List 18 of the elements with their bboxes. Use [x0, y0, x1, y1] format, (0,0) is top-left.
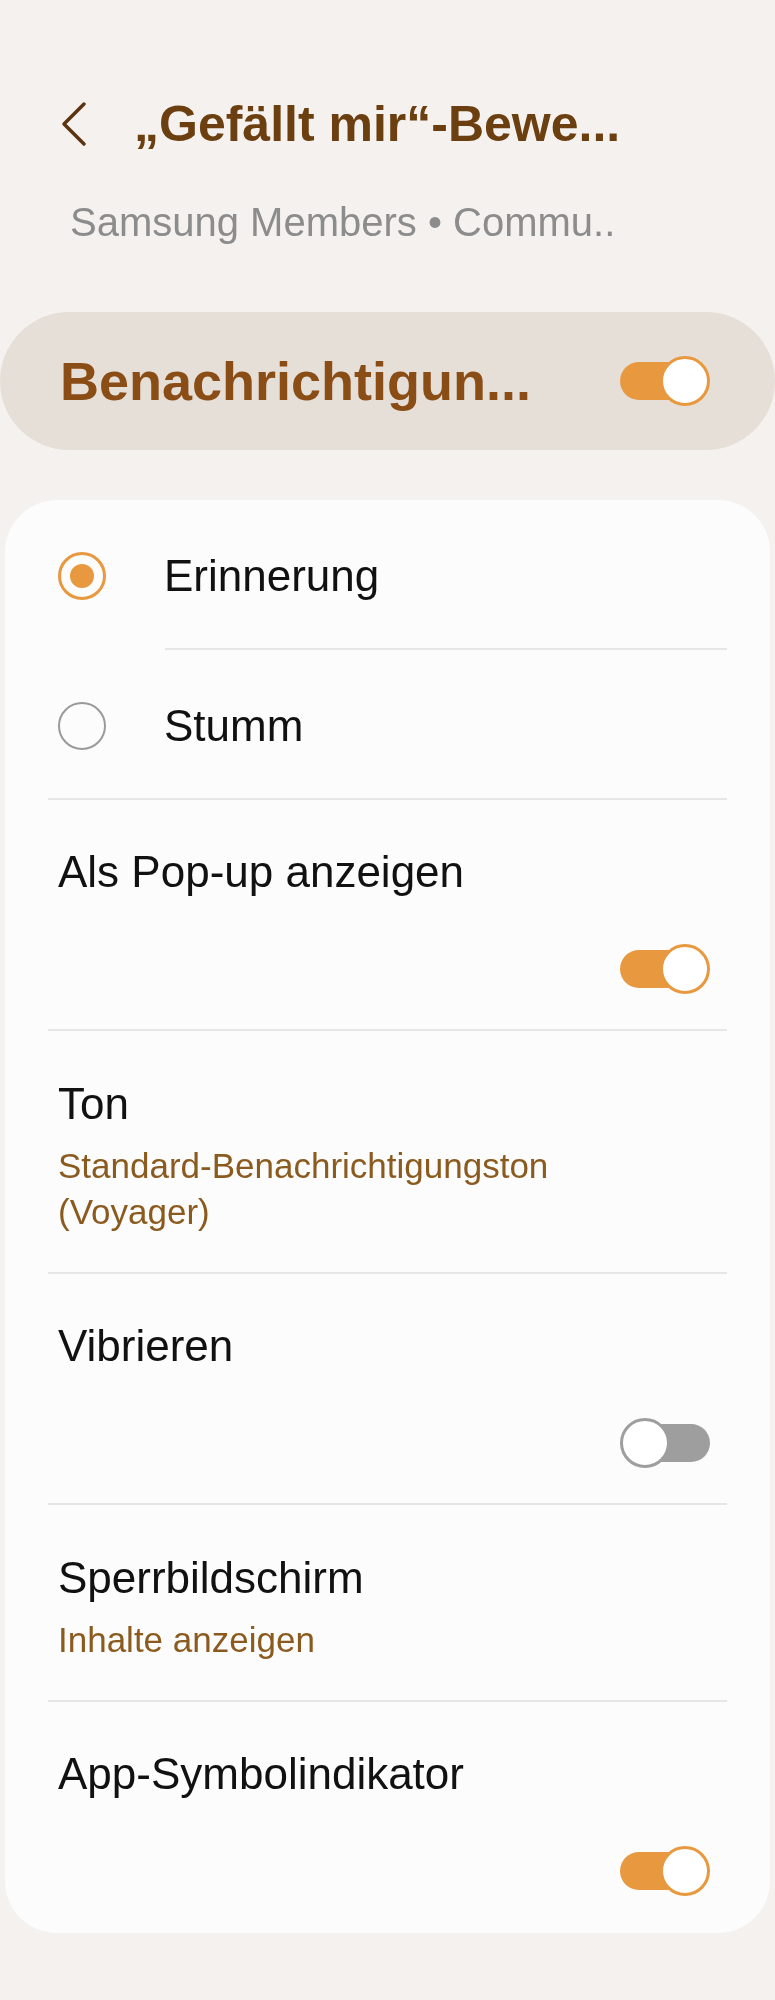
toggle-switch[interactable]	[620, 356, 710, 406]
toggle-switch[interactable]	[620, 1846, 710, 1896]
setting-label: Sperrbildschirm	[58, 1552, 365, 1604]
setting-value: Standard-Benachrichtigungston (Voyager)	[58, 1145, 550, 1233]
radio-label: Stumm	[164, 700, 304, 752]
page-title: „Gefällt mir“-Bewe...	[134, 95, 621, 154]
toggle-switch[interactable]	[620, 1418, 710, 1468]
setting-label: Vibrieren	[58, 1320, 235, 1372]
master-switch-bar[interactable]: Benachrichtigun...	[0, 312, 775, 450]
radio-button[interactable]	[58, 702, 106, 750]
radio-button[interactable]	[58, 552, 106, 600]
page-subtitle: Samsung Members • Commu..	[70, 199, 617, 246]
setting-label: App-Symbolindikator	[58, 1748, 465, 1800]
radio-label: Erinnerung	[164, 550, 380, 602]
setting-label: Als Pop-up anzeigen	[58, 846, 466, 898]
setting-value: Inhalte anzeigen	[58, 1619, 316, 1661]
toggle-switch[interactable]	[620, 944, 710, 994]
setting-label: Ton	[58, 1078, 130, 1130]
